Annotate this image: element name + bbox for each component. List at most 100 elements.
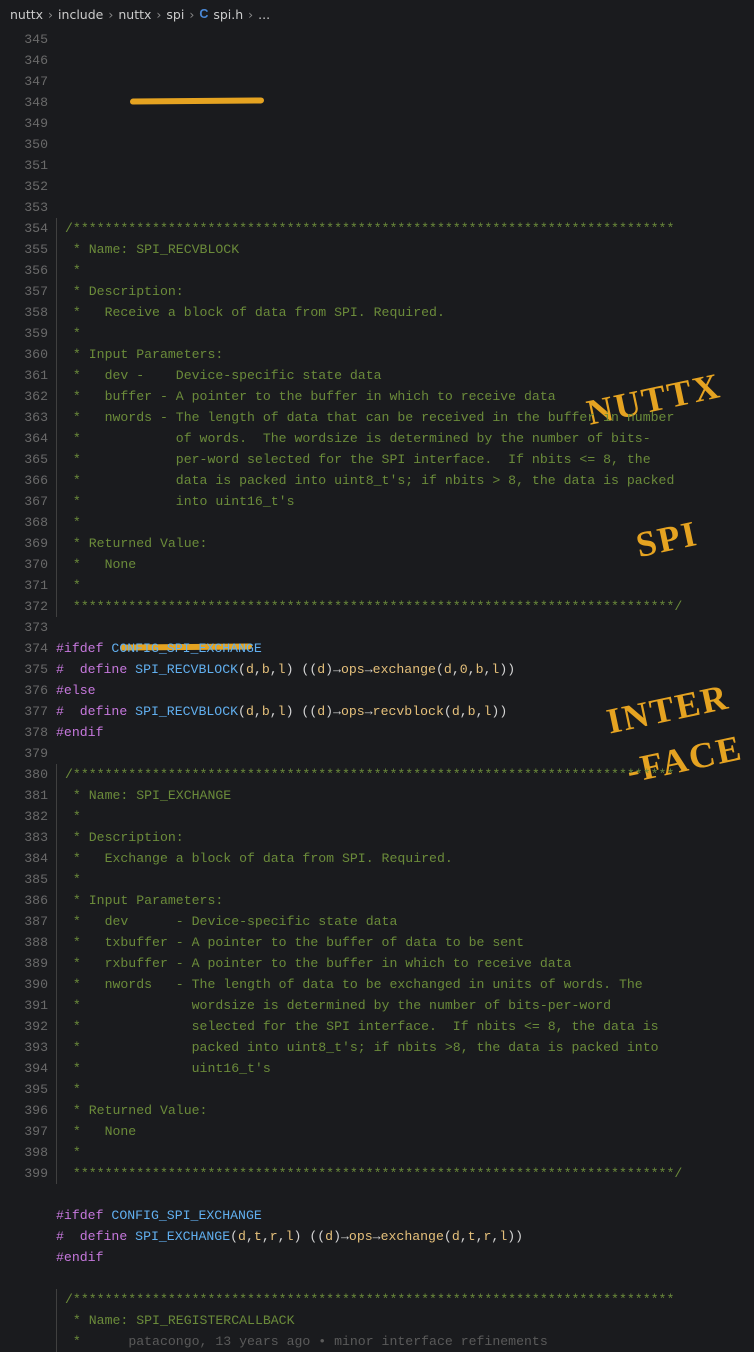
code-line[interactable]: * into uint16_t's xyxy=(56,491,754,512)
token: )→ xyxy=(325,704,341,719)
code-line[interactable]: * rxbuffer - A pointer to the buffer in … xyxy=(56,953,754,974)
code-line[interactable]: * patacongo, 13 years ago • minor interf… xyxy=(56,1331,754,1352)
crumb-3[interactable]: nuttx xyxy=(118,4,151,25)
code-line[interactable] xyxy=(56,1184,754,1205)
code-line[interactable]: * Description: xyxy=(56,827,754,848)
code-line[interactable]: * Exchange a block of data from SPI. Req… xyxy=(56,848,754,869)
token: # xyxy=(56,662,64,677)
code-line[interactable]: * xyxy=(56,575,754,596)
code-line[interactable]: * per-word selected for the SPI interfac… xyxy=(56,449,754,470)
token xyxy=(127,704,135,719)
token: * nwords - The length of data to be exch… xyxy=(65,977,643,992)
token: define xyxy=(80,704,127,719)
code-line[interactable]: * uint16_t's xyxy=(56,1058,754,1079)
token: l xyxy=(278,662,286,677)
token: * Description: xyxy=(65,830,184,845)
code-line[interactable]: #ifdef CONFIG_SPI_EXCHANGE xyxy=(56,1205,754,1226)
token: #ifdef xyxy=(56,1208,103,1223)
line-number: 358 xyxy=(0,302,48,323)
code-line[interactable]: * Input Parameters: xyxy=(56,344,754,365)
token: #else xyxy=(56,683,96,698)
code-editor[interactable]: 3453463473483493503513523533543553563573… xyxy=(0,29,754,1352)
code-line[interactable]: * Name: SPI_RECVBLOCK xyxy=(56,239,754,260)
crumb-4[interactable]: spi xyxy=(166,4,184,25)
token: SPI_RECVBLOCK xyxy=(136,242,239,257)
code-line[interactable] xyxy=(56,743,754,764)
token: , xyxy=(476,1229,484,1244)
token: )) xyxy=(491,704,507,719)
code-line[interactable]: * txbuffer - A pointer to the buffer of … xyxy=(56,932,754,953)
line-number: 348 xyxy=(0,92,48,113)
code-line[interactable]: * Returned Value: xyxy=(56,533,754,554)
crumb-sep: › xyxy=(156,4,161,25)
code-line[interactable]: ****************************************… xyxy=(56,596,754,617)
token: * packed into uint8_t's; if nbits >8, th… xyxy=(65,1040,659,1055)
code-line[interactable]: #else xyxy=(56,680,754,701)
code-line[interactable]: * xyxy=(56,512,754,533)
code-line[interactable] xyxy=(56,617,754,638)
token: ops xyxy=(341,662,365,677)
code-line[interactable]: /***************************************… xyxy=(56,1289,754,1310)
token: , xyxy=(262,1229,270,1244)
breadcrumb[interactable]: nuttx› include› nuttx› spi› C spi.h› ... xyxy=(0,0,754,29)
line-number: 381 xyxy=(0,785,48,806)
code-line[interactable]: * Name: SPI_REGISTERCALLBACK xyxy=(56,1310,754,1331)
code-line[interactable]: # define SPI_RECVBLOCK(d,b,l) ((d)→ops→e… xyxy=(56,659,754,680)
line-number: 357 xyxy=(0,281,48,302)
token: * selected for the SPI interface. If nbi… xyxy=(65,1019,659,1034)
token: d xyxy=(444,662,452,677)
code-line[interactable]: * dev - Device-specific state data xyxy=(56,911,754,932)
code-line[interactable]: * xyxy=(56,1079,754,1100)
token: b xyxy=(262,662,270,677)
code-line[interactable]: * buffer - A pointer to the buffer in wh… xyxy=(56,386,754,407)
code-line[interactable]: * None xyxy=(56,554,754,575)
token: * Returned Value: xyxy=(65,1103,207,1118)
code-line[interactable]: * Name: SPI_EXCHANGE xyxy=(56,785,754,806)
code-line[interactable]: * packed into uint8_t's; if nbits >8, th… xyxy=(56,1037,754,1058)
code-line[interactable]: * wordsize is determined by the number o… xyxy=(56,995,754,1016)
code-line[interactable]: #endif xyxy=(56,722,754,743)
crumb-file[interactable]: spi.h xyxy=(213,4,243,25)
token: * buffer - A pointer to the buffer in wh… xyxy=(65,389,556,404)
code-line[interactable]: #endif xyxy=(56,1247,754,1268)
code-line[interactable]: # define SPI_EXCHANGE(d,t,r,l) ((d)→ops→… xyxy=(56,1226,754,1247)
token: CONFIG_SPI_EXCHANGE xyxy=(111,641,261,656)
code-line[interactable]: #ifdef CONFIG_SPI_EXCHANGE xyxy=(56,638,754,659)
code-line[interactable]: * nwords - The length of data to be exch… xyxy=(56,974,754,995)
token: * into uint16_t's xyxy=(65,494,295,509)
code-line[interactable]: * xyxy=(56,806,754,827)
code-line[interactable]: * selected for the SPI interface. If nbi… xyxy=(56,1016,754,1037)
code-line[interactable]: * data is packed into uint8_t's; if nbit… xyxy=(56,470,754,491)
token: ( xyxy=(436,662,444,677)
code-line[interactable]: * Returned Value: xyxy=(56,1100,754,1121)
line-number: 390 xyxy=(0,974,48,995)
code-line[interactable]: * Description: xyxy=(56,281,754,302)
line-number: 365 xyxy=(0,449,48,470)
code-line[interactable]: * xyxy=(56,323,754,344)
code-line[interactable]: * xyxy=(56,260,754,281)
code-line[interactable] xyxy=(56,197,754,218)
crumb-2[interactable]: include xyxy=(58,4,103,25)
code-line[interactable]: # define SPI_RECVBLOCK(d,b,l) ((d)→ops→r… xyxy=(56,701,754,722)
code-line[interactable]: /***************************************… xyxy=(56,218,754,239)
line-number: 347 xyxy=(0,71,48,92)
line-number: 386 xyxy=(0,890,48,911)
code-line[interactable]: * dev - Device-specific state data xyxy=(56,365,754,386)
code-line[interactable]: * of words. The wordsize is determined b… xyxy=(56,428,754,449)
crumb-1[interactable]: nuttx xyxy=(10,4,43,25)
code-line[interactable]: * Input Parameters: xyxy=(56,890,754,911)
code-line[interactable]: * None xyxy=(56,1121,754,1142)
code-line[interactable]: * xyxy=(56,1142,754,1163)
code-line[interactable]: /***************************************… xyxy=(56,764,754,785)
code-line[interactable]: * nwords - The length of data that can b… xyxy=(56,407,754,428)
token: * Exchange a block of data from SPI. Req… xyxy=(65,851,453,866)
token: ops xyxy=(349,1229,373,1244)
code-line[interactable]: * Receive a block of data from SPI. Requ… xyxy=(56,302,754,323)
code-line[interactable] xyxy=(56,1268,754,1289)
code-area[interactable]: NUTTX SPI INTER -FACE /*****************… xyxy=(56,29,754,1352)
code-line[interactable]: ****************************************… xyxy=(56,1163,754,1184)
token: r xyxy=(270,1229,278,1244)
crumb-more[interactable]: ... xyxy=(258,4,270,25)
line-number: 395 xyxy=(0,1079,48,1100)
code-line[interactable]: * xyxy=(56,869,754,890)
